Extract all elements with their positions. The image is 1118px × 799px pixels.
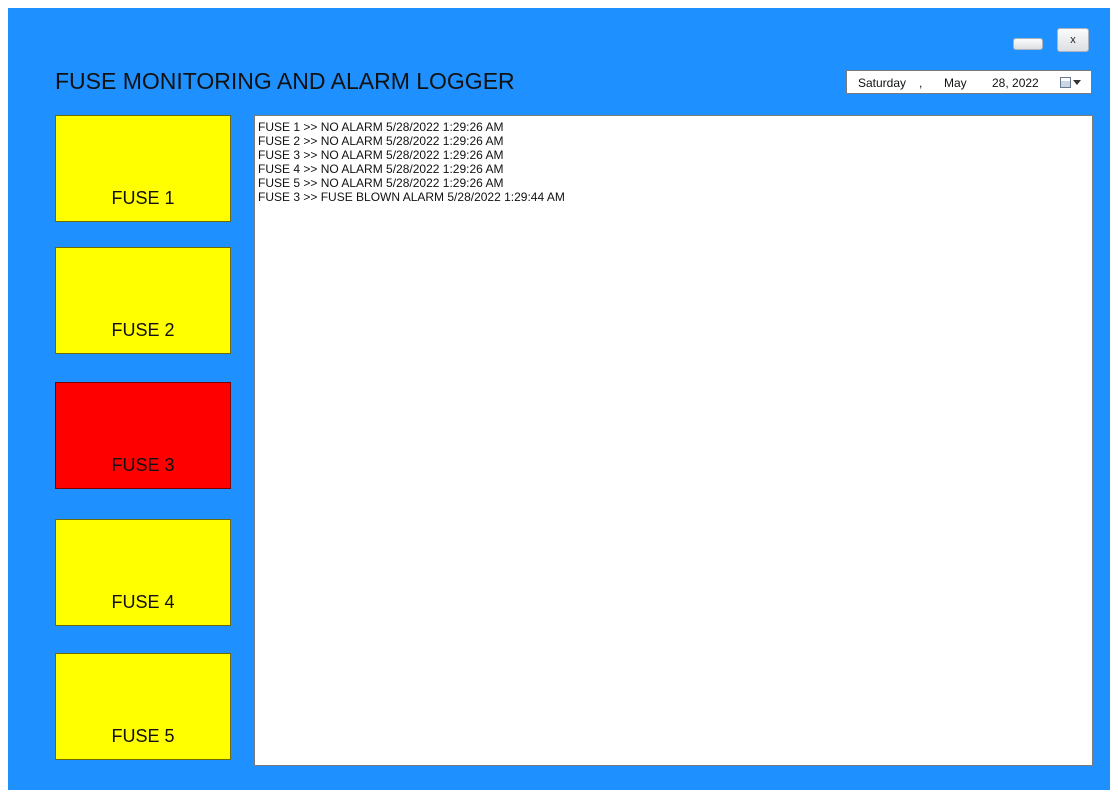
date-month[interactable]: May — [944, 76, 967, 90]
fuse-4-button[interactable]: FUSE 4 — [55, 519, 231, 626]
chevron-down-icon — [1073, 79, 1081, 85]
fuse-1-button[interactable]: FUSE 1 — [55, 115, 231, 222]
calendar-dropdown-button[interactable] — [1060, 74, 1088, 90]
calendar-icon — [1060, 76, 1071, 88]
date-picker[interactable]: Saturday , May 28, 2022 — [846, 70, 1092, 94]
fuse-label: FUSE 4 — [111, 592, 175, 612]
date-day-year[interactable]: 28, 2022 — [992, 76, 1039, 90]
fuse-label: FUSE 1 — [111, 188, 175, 208]
app-window: x FUSE MONITORING AND ALARM LOGGER Satur… — [8, 8, 1110, 790]
fuse-label: FUSE 5 — [111, 726, 175, 746]
alarm-log-textbox[interactable]: FUSE 1 >> NO ALARM 5/28/2022 1:29:26 AM … — [254, 115, 1093, 766]
fuse-2-button[interactable]: FUSE 2 — [55, 247, 231, 354]
log-entry: FUSE 3 >> FUSE BLOWN ALARM 5/28/2022 1:2… — [258, 190, 565, 204]
fuse-3-button[interactable]: FUSE 3 — [55, 382, 231, 489]
fuse-label: FUSE 3 — [111, 455, 175, 475]
minimize-button[interactable] — [1013, 38, 1043, 50]
close-button[interactable]: x — [1057, 28, 1089, 52]
fuse-5-button[interactable]: FUSE 5 — [55, 653, 231, 760]
date-day-of-week[interactable]: Saturday — [858, 76, 906, 90]
date-separator: , — [919, 76, 923, 90]
app-title: FUSE MONITORING AND ALARM LOGGER — [55, 68, 515, 94]
fuse-label: FUSE 2 — [111, 320, 175, 340]
